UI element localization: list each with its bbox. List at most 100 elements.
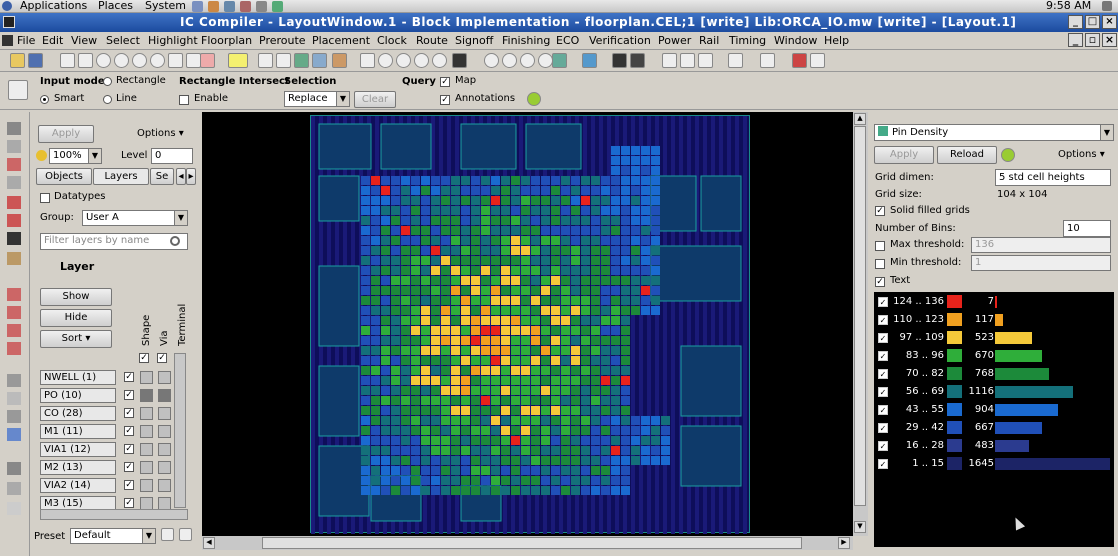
histogram-bin-row[interactable]: ✓ 43 .. 55 904 [874,401,1114,419]
color-picker-icon[interactable] [228,53,248,68]
layer-swatch[interactable] [140,407,153,420]
speaker-icon[interactable] [1102,1,1112,11]
show-button[interactable]: Show [40,288,112,306]
map-apply-button[interactable]: Apply [874,146,934,164]
hide-button[interactable]: Hide [40,309,112,327]
open-icon[interactable] [10,53,25,68]
bin-color-swatch[interactable] [947,295,962,308]
bins-spinner[interactable]: 10 [1063,220,1111,237]
histogram-bin-row[interactable]: ✓ 1 .. 15 1645 [874,455,1114,473]
menu-placement[interactable]: Placement [312,34,370,47]
map-options-menu[interactable]: Options ▾ [1058,149,1105,160]
menu-timing[interactable]: Timing [729,34,766,47]
layer-icon[interactable] [612,53,627,68]
layer-row[interactable]: VIA1 (12) ✓ [40,442,190,459]
min-threshold-input[interactable]: 1 [971,255,1111,271]
layer-name[interactable]: CO (28) [40,406,116,421]
rectangle-radio[interactable] [103,77,112,86]
system-menu[interactable]: System [145,0,186,12]
tab-layers[interactable]: Layers [93,168,149,185]
layer-row[interactable]: PO (10) ✓ [40,388,190,405]
histogram-bin-row[interactable]: ✓ 16 .. 28 483 [874,437,1114,455]
preset-delete-icon[interactable] [179,528,192,541]
mdi-close-button[interactable]: × [1102,33,1117,47]
bin-visible-checkbox[interactable]: ✓ [878,351,888,361]
histogram-bin-row[interactable]: ✓ 97 .. 109 523 [874,329,1114,347]
via-all-checkbox[interactable]: ✓ [157,353,167,363]
tool-icon[interactable] [7,196,21,209]
tab-scroll-left[interactable]: ◂ [176,168,186,185]
line-radio[interactable] [103,95,112,104]
filter-input[interactable]: Filter layers by name [40,233,188,250]
bin-visible-checkbox[interactable]: ✓ [878,297,888,307]
bin-color-swatch[interactable] [947,403,962,416]
tool-icon[interactable] [7,288,21,301]
launcher-icon[interactable] [192,1,203,12]
preset-save-icon[interactable] [161,528,174,541]
canvas-vertical-scrollbar[interactable]: ▲ ▼ [853,112,868,536]
pointer-icon[interactable] [78,53,93,68]
layer-visible-checkbox[interactable]: ✓ [124,462,134,472]
text-checkbox[interactable]: ✓ [875,277,885,287]
route-icon[interactable] [276,53,291,68]
menu-help[interactable]: Help [824,34,849,47]
layer-swatch[interactable] [140,443,153,456]
datatypes-checkbox[interactable] [40,193,50,203]
tool-icon[interactable] [7,410,21,423]
launcher-icon[interactable] [256,1,267,12]
launcher-icon[interactable] [272,1,283,12]
map-type-dropdown[interactable]: Pin Density ▼ [874,124,1114,141]
level-spinner[interactable]: 0 [151,148,193,164]
pin-density-map[interactable] [310,115,750,534]
bin-color-swatch[interactable] [947,349,962,362]
solid-filled-checkbox[interactable]: ✓ [875,206,885,216]
refresh-icon[interactable] [186,53,201,68]
cell-icon[interactable] [332,53,347,68]
shape-all-checkbox[interactable]: ✓ [139,353,149,363]
tool-icon[interactable] [7,176,21,189]
histogram-bin-row[interactable]: ✓ 70 .. 82 768 [874,365,1114,383]
select-mode-icon[interactable] [8,80,28,100]
enable-checkbox[interactable] [179,95,189,105]
menu-rail[interactable]: Rail [699,34,719,47]
apply-button[interactable]: Apply [38,125,94,143]
layer-visible-checkbox[interactable]: ✓ [124,444,134,454]
move-icon[interactable] [662,53,677,68]
histogram-bin-row[interactable]: ✓ 29 .. 42 667 [874,419,1114,437]
layer-row[interactable]: CO (28) ✓ [40,406,190,423]
bin-color-swatch[interactable] [947,367,962,380]
zoom-prev-icon[interactable] [538,53,553,68]
help-circle-icon[interactable] [1001,148,1015,162]
layer-swatch[interactable] [140,479,153,492]
layer-name[interactable]: NWELL (1) [40,370,116,385]
histogram-bin-row[interactable]: ✓ 83 .. 96 670 [874,347,1114,365]
bin-color-swatch[interactable] [947,439,962,452]
preset-dropdown[interactable]: Default ▼ [70,528,156,544]
layer-swatch[interactable] [140,371,153,384]
scroll-thumb[interactable] [262,537,802,549]
annotations-checkbox[interactable]: ✓ [440,95,450,105]
histogram-bin-row[interactable]: ✓ 124 .. 136 7 [874,293,1114,311]
max-threshold-checkbox[interactable] [875,241,885,251]
layer-name[interactable]: M1 (11) [40,424,116,439]
layer-row[interactable]: M1 (11) ✓ [40,424,190,441]
help-circle-icon[interactable] [527,92,541,106]
scroll-down-arrow[interactable]: ▼ [854,521,866,533]
close-button[interactable]: × [1102,15,1117,29]
tool-icon[interactable] [7,158,21,171]
menu-signoff[interactable]: Signoff [455,34,493,47]
layer-swatch[interactable] [158,479,171,492]
histogram-bin-row[interactable]: ✓ 56 .. 69 1116 [874,383,1114,401]
layer-swatch[interactable] [158,443,171,456]
info-icon[interactable] [96,53,111,68]
menu-highlight[interactable]: Highlight [148,34,198,47]
view-palette-icon[interactable] [552,53,567,68]
stop-icon[interactable] [452,53,467,68]
ruler-2-icon[interactable] [396,53,411,68]
layer-name[interactable]: PO (10) [40,388,116,403]
menu-route[interactable]: Route [416,34,448,47]
layer-visible-checkbox[interactable]: ✓ [124,498,134,508]
hierarchy-icon[interactable] [630,53,645,68]
menu-view[interactable]: View [71,34,97,47]
tool-icon[interactable] [7,140,21,153]
